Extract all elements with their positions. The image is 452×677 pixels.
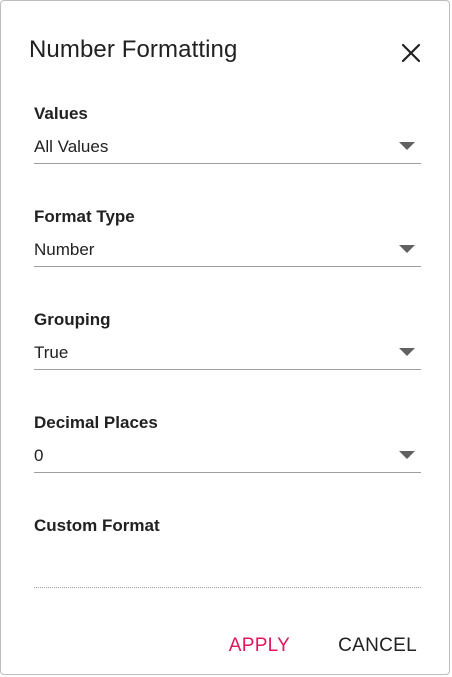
values-selected-value: All Values <box>34 137 109 156</box>
grouping-label: Grouping <box>34 310 111 329</box>
custom-format-label: Custom Format <box>34 516 160 535</box>
values-dropdown[interactable]: All Values <box>34 136 421 164</box>
custom-format-field: Custom Format <box>34 515 421 588</box>
close-button[interactable] <box>397 39 425 67</box>
grouping-field: Grouping True <box>34 309 421 370</box>
format-type-label: Format Type <box>34 207 135 226</box>
dialog-actions: APPLY CANCEL <box>229 635 417 657</box>
custom-format-input[interactable] <box>34 567 421 588</box>
values-field: Values All Values <box>34 103 421 164</box>
grouping-selected-value: True <box>34 343 69 362</box>
decimal-places-field: Decimal Places 0 <box>34 412 421 473</box>
format-type-selected-value: Number <box>34 240 95 259</box>
number-formatting-dialog: Number Formatting Values All Values Form… <box>0 0 450 675</box>
decimal-places-dropdown[interactable]: 0 <box>34 445 421 473</box>
grouping-dropdown[interactable]: True <box>34 342 421 370</box>
chevron-down-icon <box>399 451 415 459</box>
dialog-title: Number Formatting <box>29 36 238 63</box>
chevron-down-icon <box>399 142 415 150</box>
chevron-down-icon <box>399 348 415 356</box>
decimal-places-selected-value: 0 <box>34 446 44 465</box>
apply-button[interactable]: APPLY <box>229 635 290 657</box>
format-type-dropdown[interactable]: Number <box>34 239 421 267</box>
cancel-button[interactable]: CANCEL <box>338 635 417 657</box>
format-type-field: Format Type Number <box>34 206 421 267</box>
close-icon <box>397 39 425 67</box>
values-label: Values <box>34 104 88 123</box>
chevron-down-icon <box>399 245 415 253</box>
decimal-places-label: Decimal Places <box>34 413 158 432</box>
